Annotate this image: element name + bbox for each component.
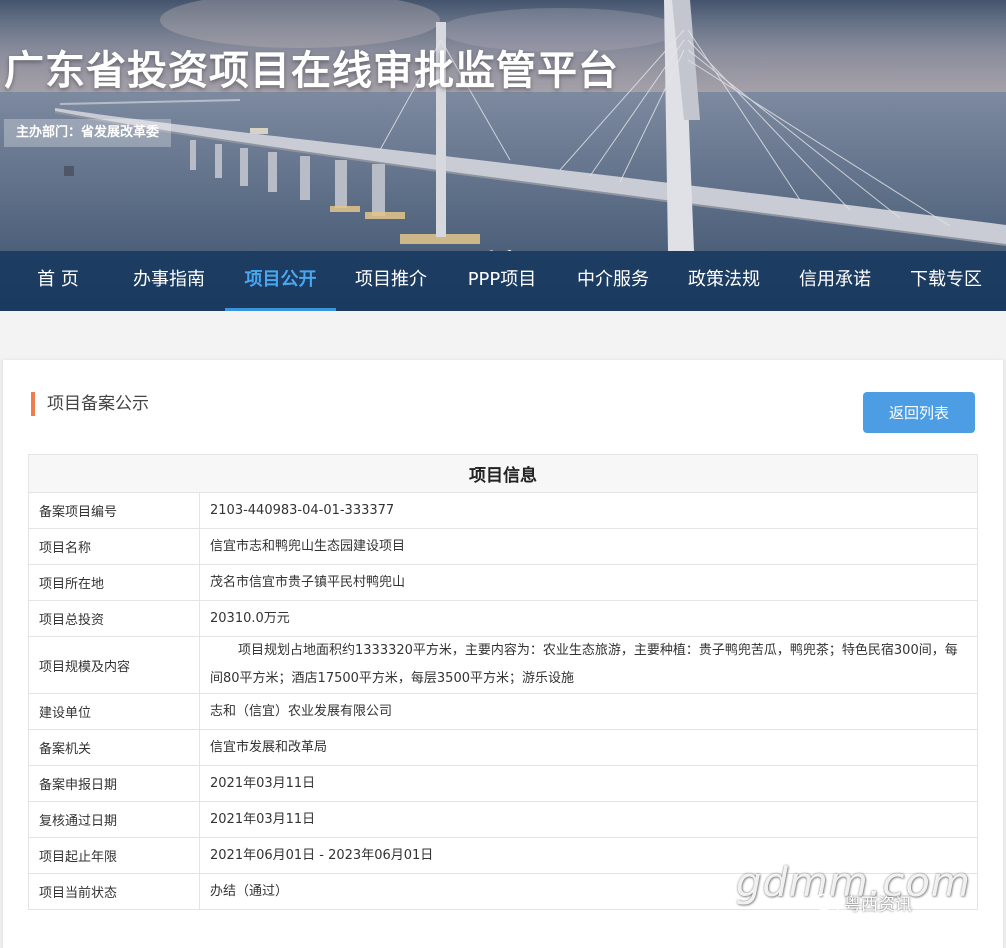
row-value: 2021年03月11日 <box>199 801 978 838</box>
table-row: 备案机关 信宜市发展和改革局 <box>28 729 978 766</box>
table-row: 项目总投资 20310.0万元 <box>28 600 978 637</box>
row-label: 备案机关 <box>28 729 200 766</box>
row-label: 建设单位 <box>28 693 200 730</box>
row-label: 备案申报日期 <box>28 765 200 802</box>
back-to-list-button[interactable]: 返回列表 <box>863 392 975 433</box>
table-row: 项目所在地 茂名市信宜市贵子镇平民村鸭兜山 <box>28 564 978 601</box>
wechat-icon <box>814 893 840 914</box>
table-header-row: 项目信息 <box>28 454 978 493</box>
table-row: 备案项目编号 2103-440983-04-01-333377 <box>28 492 978 529</box>
project-info-table: 项目信息 备案项目编号 2103-440983-04-01-333377 项目名… <box>28 454 978 910</box>
table-row: 复核通过日期 2021年03月11日 <box>28 801 978 838</box>
row-value: 信宜市志和鸭兜山生态园建设项目 <box>199 528 978 565</box>
row-value: 2021年03月11日 <box>199 765 978 802</box>
spacer <box>0 311 1006 360</box>
nav-item-downloads[interactable]: 下载专区 <box>901 251 991 311</box>
nav-item-agency-services[interactable]: 中介服务 <box>568 251 658 311</box>
nav-item-project-promotion[interactable]: 项目推介 <box>346 251 436 311</box>
table-row: 项目名称 信宜市志和鸭兜山生态园建设项目 <box>28 528 978 565</box>
table-header: 项目信息 <box>28 454 978 493</box>
nav-item-credit[interactable]: 信用承诺 <box>790 251 880 311</box>
table-row: 建设单位 志和（信宜）农业发展有限公司 <box>28 693 978 730</box>
table-row: 备案申报日期 2021年03月11日 <box>28 765 978 802</box>
watermark-account: 粤西资讯 <box>814 893 912 917</box>
row-label: 项目名称 <box>28 528 200 565</box>
row-label: 项目规模及内容 <box>28 636 200 694</box>
row-value: 信宜市发展和改革局 <box>199 729 978 766</box>
section-title: 项目备案公示 <box>31 392 149 416</box>
row-value: 20310.0万元 <box>199 600 978 637</box>
row-value: 志和（信宜）农业发展有限公司 <box>199 693 978 730</box>
row-value: 茂名市信宜市贵子镇平民村鸭兜山 <box>199 564 978 601</box>
table-row: 项目规模及内容 项目规划占地面积约1333320平方米，主要内容为：农业生态旅游… <box>28 636 978 694</box>
row-label: 项目所在地 <box>28 564 200 601</box>
sponsor-label: 主办部门：省发展改革委 <box>4 119 172 147</box>
nav-item-home[interactable]: 首 页 <box>18 251 98 311</box>
row-value: 2103-440983-04-01-333377 <box>199 492 978 529</box>
watermark-account-name: 粤西资讯 <box>844 895 912 915</box>
nav-item-guide[interactable]: 办事指南 <box>124 251 214 311</box>
row-label: 复核通过日期 <box>28 801 200 838</box>
nav-item-project-disclosure[interactable]: 项目公开 <box>225 251 336 311</box>
row-value: 项目规划占地面积约1333320平方米，主要内容为：农业生态旅游，主要种植：贵子… <box>199 636 978 694</box>
main-nav: 首 页 办事指南 项目公开 项目推介 PPP项目 中介服务 政策法规 信用承诺 … <box>0 251 1006 311</box>
site-title: 广东省投资项目在线审批监管平台 <box>4 48 619 94</box>
row-label: 项目总投资 <box>28 600 200 637</box>
nav-item-policies[interactable]: 政策法规 <box>679 251 769 311</box>
row-label: 项目起止年限 <box>28 837 200 874</box>
scale-content-text: 项目规划占地面积约1333320平方米，主要内容为：农业生态旅游，主要种植：贵子… <box>210 643 958 686</box>
nav-item-ppp[interactable]: PPP项目 <box>457 251 547 311</box>
row-label: 项目当前状态 <box>28 873 200 910</box>
row-label: 备案项目编号 <box>28 492 200 529</box>
header-banner: 广东省投资项目在线审批监管平台 主办部门：省发展改革委 <box>0 0 1006 251</box>
